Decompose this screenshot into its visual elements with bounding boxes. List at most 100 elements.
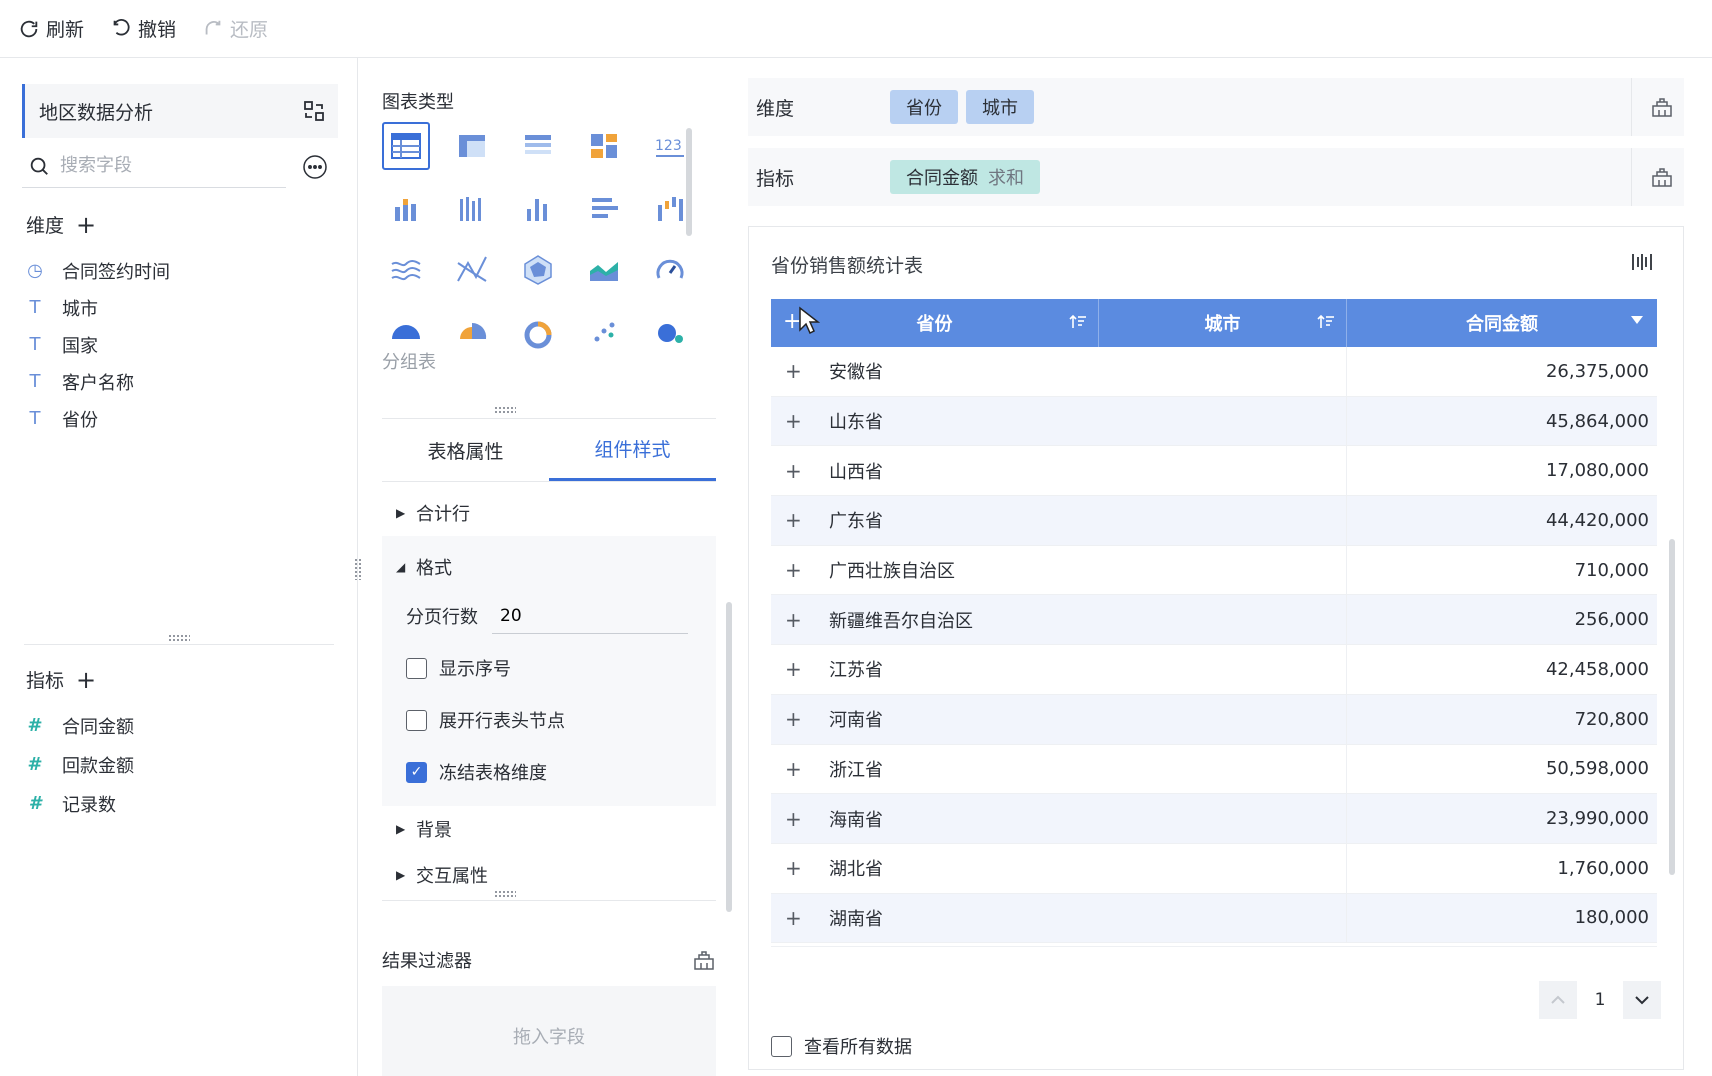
metric-settings-icon[interactable] [1650, 165, 1674, 189]
expand-row-icon[interactable]: + [785, 608, 805, 632]
chart-type-tooltip: 分组表 [382, 352, 436, 373]
chart-type-card[interactable] [580, 122, 628, 170]
expand-row-icon[interactable]: + [785, 459, 805, 483]
expand-row-icon[interactable]: + [785, 807, 805, 831]
metric-list: # 合同金额 # 回款金额 # 记录数 [26, 706, 134, 823]
chart-type-scatter[interactable] [580, 308, 628, 356]
undo-button[interactable]: 撤销 [110, 15, 176, 42]
chart-type-gauge[interactable] [646, 246, 694, 294]
expand-row-icon[interactable]: + [785, 906, 805, 930]
total-row-section[interactable]: ▶ 合计行 [382, 490, 716, 536]
switch-dataset-icon[interactable] [302, 99, 326, 123]
pane-resize-grip[interactable] [168, 634, 190, 642]
add-dimension-icon[interactable]: + [76, 213, 96, 237]
table-scrollbar[interactable] [1669, 539, 1675, 875]
expand-row-icon[interactable]: + [785, 757, 805, 781]
tab-component-style[interactable]: 组件样式 [549, 419, 716, 481]
chart-type-radar-line[interactable] [448, 246, 496, 294]
chart-type-detail-table[interactable] [514, 122, 562, 170]
drop-zone-icon[interactable] [692, 948, 716, 972]
header-city[interactable]: 城市 [1099, 299, 1347, 347]
cross-table-icon [459, 135, 485, 157]
more-options-icon[interactable] [302, 154, 328, 180]
column-settings-icon[interactable] [1629, 249, 1655, 275]
dimension-item[interactable]: ◷ 合同签约时间 [26, 252, 170, 289]
dimension-item[interactable]: T 省份 [26, 400, 170, 437]
field-name: 省份 [62, 409, 98, 431]
expand-row-icon[interactable]: + [785, 508, 805, 532]
page-rows-input[interactable] [492, 598, 688, 634]
filter-resize-grip[interactable] [494, 890, 516, 898]
chart-type-bar[interactable] [580, 184, 628, 232]
freeze-dims-checkbox[interactable]: ✓ [406, 761, 427, 783]
dataset-selector[interactable]: 地区数据分析 [22, 84, 338, 138]
header-province[interactable]: + 省份 [771, 299, 1099, 347]
background-section[interactable]: ▶ 背景 [382, 806, 716, 852]
chart-type-rose[interactable] [448, 308, 496, 356]
expand-header-checkbox[interactable] [406, 709, 427, 731]
show-index-checkbox[interactable] [406, 657, 427, 679]
see-all-data-row[interactable]: 查看所有数据 [771, 1033, 912, 1059]
section-resize-grip[interactable] [494, 406, 516, 414]
dimension-pill-province[interactable]: 省份 [890, 90, 958, 124]
expand-row-icon[interactable]: + [785, 707, 805, 731]
property-scrollbar[interactable] [726, 602, 732, 912]
dimension-item[interactable]: T 城市 [26, 289, 170, 326]
dimension-item[interactable]: T 客户名称 [26, 363, 170, 400]
bubble-chart-icon [658, 324, 683, 343]
format-section-header[interactable]: ◢ 格式 [382, 544, 716, 590]
search-input[interactable] [60, 155, 270, 176]
row-divider [1631, 148, 1632, 206]
dropdown-caret-icon[interactable] [1631, 316, 1643, 324]
metric-item[interactable]: # 回款金额 [26, 745, 134, 784]
sort-icon[interactable] [1316, 312, 1336, 332]
chart-type-bubble[interactable] [646, 308, 694, 356]
chart-type-cross-table[interactable] [448, 122, 496, 170]
table-row: + 山东省 45,864,000 [771, 396, 1657, 447]
province-name: 新疆维吾尔自治区 [829, 610, 973, 632]
metric-item[interactable]: # 记录数 [26, 784, 134, 823]
amount-cell: 17,080,000 [1545, 460, 1649, 482]
search-icon [30, 157, 48, 175]
dimension-settings-icon[interactable] [1650, 95, 1674, 119]
chart-grid-scrollbar[interactable] [686, 128, 692, 236]
see-all-checkbox[interactable] [771, 1035, 792, 1057]
interaction-section[interactable]: ▶ 交互属性 [382, 852, 716, 898]
province-cell: + 湖南省 [771, 893, 1347, 943]
redo-button[interactable]: 还原 [202, 15, 268, 42]
chart-type-ring[interactable] [514, 308, 562, 356]
dimension-pill-city[interactable]: 城市 [966, 90, 1034, 124]
chart-type-area[interactable] [580, 246, 628, 294]
chart-type-radar[interactable] [514, 246, 562, 294]
chart-type-grouped-table[interactable] [382, 122, 430, 170]
province-name: 山东省 [829, 412, 883, 434]
chart-type-line[interactable] [382, 246, 430, 294]
expand-row-icon[interactable]: + [785, 657, 805, 681]
chart-type-column[interactable] [514, 184, 562, 232]
style-property-panel: ▶ 合计行 ◢ 格式 分页行数 显示序号 展开行表头节点 ✓ 冻结表格维度 [382, 490, 716, 898]
vertical-resize-grip[interactable] [354, 558, 362, 580]
prev-page-button[interactable] [1539, 981, 1577, 1019]
next-page-button[interactable] [1623, 981, 1661, 1019]
metric-pill-contract-amount[interactable]: 合同金额 求和 [890, 160, 1040, 194]
add-metric-icon[interactable]: + [76, 668, 96, 692]
top-toolbar: 刷新 撤销 还原 [0, 0, 1712, 58]
expand-row-icon[interactable]: + [785, 558, 805, 582]
tab-table-properties[interactable]: 表格属性 [382, 419, 549, 481]
header-contract-amount[interactable]: 合同金额 [1347, 299, 1657, 347]
expand-row-icon[interactable]: + [785, 409, 805, 433]
chart-type-stacked-column[interactable] [382, 184, 430, 232]
sort-icon[interactable] [1068, 312, 1088, 332]
province-cell: + 山东省 [771, 396, 1347, 446]
expand-row-icon[interactable]: + [785, 359, 805, 383]
freeze-dims-row[interactable]: ✓ 冻结表格维度 [382, 746, 716, 798]
expand-header-row[interactable]: 展开行表头节点 [382, 694, 716, 746]
dimension-item[interactable]: T 国家 [26, 326, 170, 363]
filter-drop-zone[interactable]: 拖入字段 [382, 986, 716, 1076]
refresh-button[interactable]: 刷新 [18, 15, 84, 42]
expand-row-icon[interactable]: + [785, 856, 805, 880]
show-index-row[interactable]: 显示序号 [382, 642, 716, 694]
undo-icon [113, 18, 130, 35]
metric-item[interactable]: # 合同金额 [26, 706, 134, 745]
chart-type-grouped-column[interactable] [448, 184, 496, 232]
